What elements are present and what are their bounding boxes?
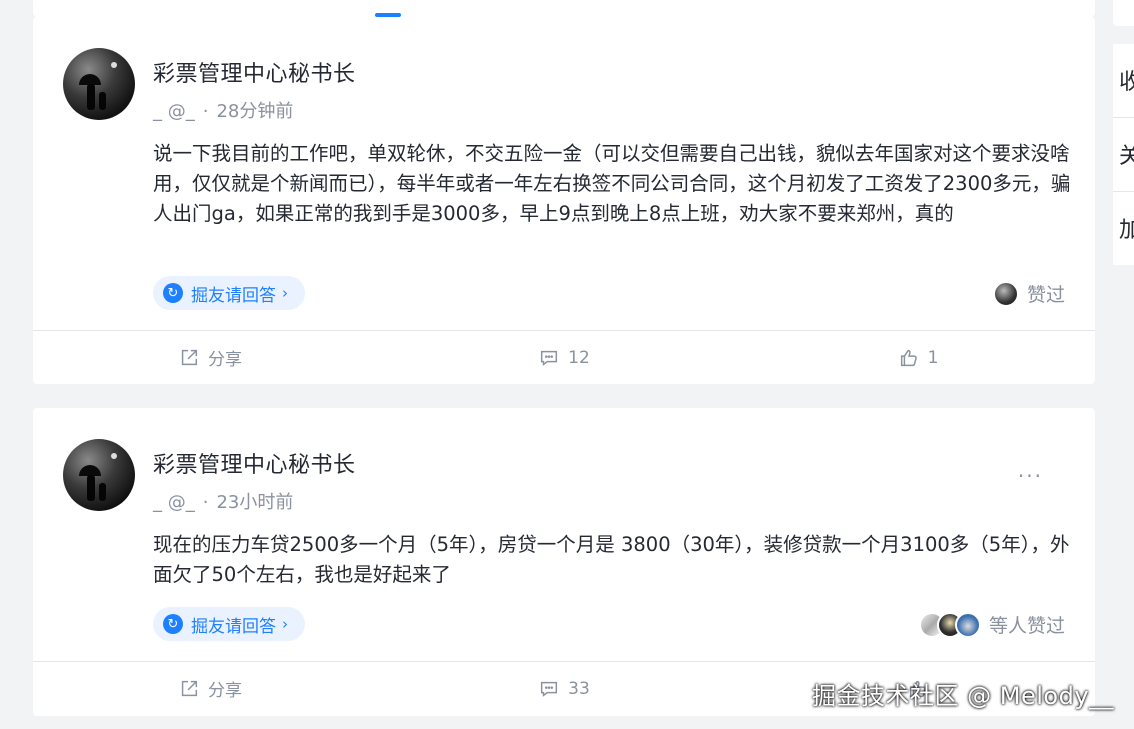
watermark: 掘金技术社区 @ Melody__ (812, 682, 1115, 710)
post-content[interactable]: 说一下我目前的工作吧，单双轮休，不交五险一金（可以交但需要自己出钱，貌似去年国家… (153, 139, 1073, 229)
top-tab-strip (33, 0, 1095, 17)
post-actions: 分享 12 1 (33, 330, 1095, 384)
refresh-icon: ↻ (163, 614, 183, 634)
author-handle: _ @_ (153, 101, 195, 122)
post-time: 23小时前 (216, 492, 294, 513)
ask-friends-button[interactable]: ↻ 掘友请回答 › (153, 276, 305, 310)
chevron-right-icon: › (282, 615, 288, 633)
ask-friends-button[interactable]: ↻ 掘友请回答 › (153, 607, 305, 641)
liked-by[interactable]: 赞过 (992, 280, 1065, 307)
post-meta: _ @_ · 23小时前 (153, 492, 294, 513)
liker-avatars (918, 611, 981, 638)
share-icon (181, 680, 198, 696)
thumbs-up-icon (900, 349, 917, 366)
ask-friends-label: 掘友请回答 (191, 616, 276, 637)
avatar[interactable] (63, 439, 135, 511)
post-card: 彩票管理中心秘书长 _ @_ · 28分钟前 说一下我目前的工作吧，单双轮休，不交五… (33, 17, 1095, 384)
more-options-icon[interactable]: ··· (1018, 464, 1043, 488)
comment-button[interactable]: 12 (387, 331, 741, 384)
share-label: 分享 (208, 681, 242, 701)
author-handle: _ @_ (153, 492, 195, 513)
liked-label: 等人赞过 (988, 615, 1065, 637)
sidebar-item-3[interactable]: 加 (1113, 192, 1134, 266)
comment-count: 12 (568, 347, 590, 368)
share-button[interactable]: 分享 (33, 662, 387, 715)
share-icon (181, 349, 198, 365)
ask-friends-label: 掘友请回答 (191, 285, 276, 306)
sidebar-top-card (1113, 0, 1134, 26)
author-name[interactable]: 彩票管理中心秘书长 (153, 447, 356, 479)
share-label: 分享 (208, 350, 242, 370)
post-meta: _ @_ · 28分钟前 (153, 101, 294, 122)
like-button[interactable]: 1 (741, 331, 1095, 384)
liker-avatar (954, 611, 981, 638)
comment-count: 33 (568, 678, 590, 699)
refresh-icon: ↻ (163, 283, 183, 303)
share-button[interactable]: 分享 (33, 331, 387, 384)
post-card: 彩票管理中心秘书长 _ @_ · 23小时前 ··· 现在的压力车贷2500多一个月… (33, 408, 1095, 716)
post-content[interactable]: 现在的压力车贷2500多一个月（5年），房贷一个月是 3800（30年），装修贷… (153, 530, 1073, 590)
comment-icon (541, 681, 558, 697)
liked-label: 赞过 (1026, 284, 1065, 306)
like-count: 1 (927, 347, 939, 368)
liked-by[interactable]: 等人赞过 (918, 611, 1065, 638)
author-name[interactable]: 彩票管理中心秘书长 (153, 56, 356, 88)
sidebar-item-1[interactable]: 收 (1113, 44, 1134, 118)
liker-avatar (992, 280, 1019, 307)
right-sidebar: 收 关 加 (1113, 0, 1134, 265)
sidebar-menu: 收 关 加 (1113, 44, 1134, 265)
post-time: 28分钟前 (216, 101, 294, 122)
chevron-right-icon: › (282, 284, 288, 302)
sidebar-item-2[interactable]: 关 (1113, 118, 1134, 192)
avatar[interactable] (63, 48, 135, 120)
comment-icon (541, 350, 558, 366)
comment-button[interactable]: 33 (387, 662, 741, 715)
